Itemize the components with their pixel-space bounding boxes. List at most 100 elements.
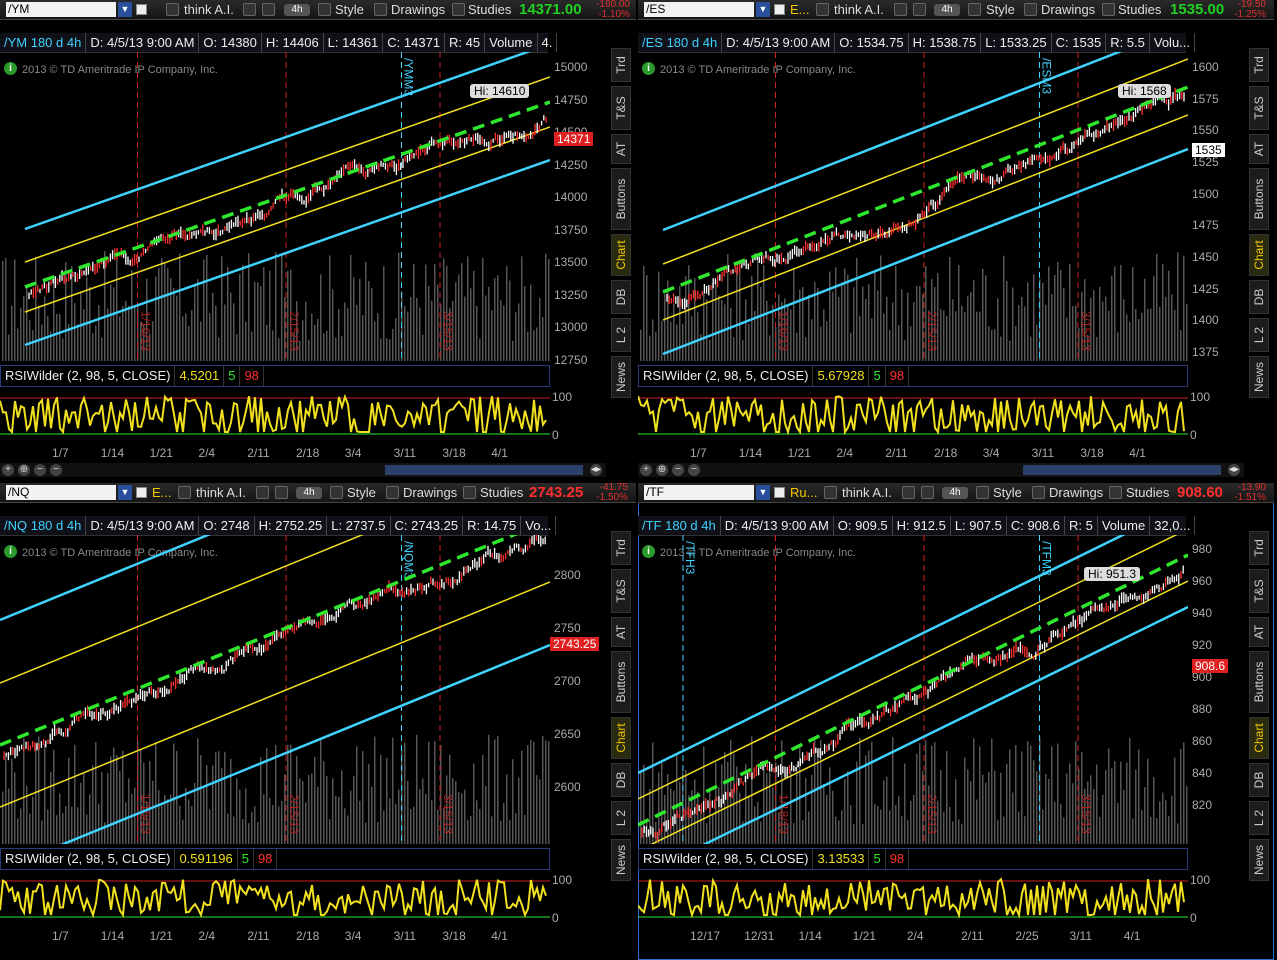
zoom-in-icon[interactable]: ⊕ [18, 464, 30, 476]
time-scrollbar[interactable] [1023, 465, 1221, 475]
side-tab-ts[interactable]: T&S [611, 86, 631, 130]
draw-icon[interactable] [902, 486, 915, 499]
rsi-study-header[interactable]: RSIWilder (2, 98, 5, CLOSE) 5.67928 5 98 [638, 365, 1188, 387]
side-tab-buttons[interactable]: Buttons [1249, 651, 1269, 713]
side-tab-db[interactable]: DB [1249, 280, 1269, 314]
zoom-plus-icon[interactable]: + [640, 464, 652, 476]
side-tab-buttons[interactable]: Buttons [1249, 168, 1269, 230]
side-tab-l2[interactable]: L 2 [611, 318, 631, 352]
symbol-input[interactable]: /YM [6, 2, 116, 17]
side-tab-chart[interactable]: Chart [611, 234, 631, 276]
style-button[interactable]: Style [347, 485, 376, 500]
style-button[interactable]: Style [335, 2, 364, 17]
side-tab-news[interactable]: News [1249, 839, 1269, 881]
side-tab-ts[interactable]: T&S [611, 569, 631, 613]
side-tab-at[interactable]: AT [611, 134, 631, 164]
wrench-icon[interactable] [275, 486, 288, 499]
zoom-out-icon[interactable]: − [34, 464, 46, 476]
think-ai-icon[interactable] [178, 486, 191, 499]
time-scrollbar[interactable] [385, 465, 583, 475]
volume-bar [718, 295, 720, 361]
drawings-button[interactable]: Drawings [391, 2, 445, 17]
side-tab-trd[interactable]: Trd [1249, 48, 1269, 82]
studies-button[interactable]: Studies [468, 2, 511, 17]
side-tab-trd[interactable]: Trd [611, 531, 631, 565]
draw-icon[interactable] [243, 3, 256, 16]
side-tab-news[interactable]: News [611, 839, 631, 881]
side-tab-buttons[interactable]: Buttons [611, 651, 631, 713]
side-tab-chart[interactable]: Chart [611, 717, 631, 759]
expiration-marker-label: 3/15/13 [441, 794, 455, 834]
rsi-study-header[interactable]: RSIWilder (2, 98, 5, CLOSE) 3.13533 5 98 [638, 848, 1188, 870]
link-color-icon[interactable] [136, 4, 147, 15]
think-ai-button[interactable]: think A.I. [184, 2, 234, 17]
think-ai-button[interactable]: think A.I. [834, 2, 884, 17]
zoom-minus-icon[interactable]: − [50, 464, 62, 476]
link-color-icon[interactable] [774, 4, 785, 15]
studies-button[interactable]: Studies [1118, 2, 1161, 17]
side-tab-chart[interactable]: Chart [1249, 234, 1269, 276]
drawings-button[interactable]: Drawings [1041, 2, 1095, 17]
style-button[interactable]: Style [993, 485, 1022, 500]
side-tab-l2[interactable]: L 2 [611, 801, 631, 835]
zoom-minus-icon[interactable]: − [688, 464, 700, 476]
side-tab-trd[interactable]: Trd [1249, 531, 1269, 565]
drawings-button[interactable]: Drawings [403, 485, 457, 500]
think-ai-icon[interactable] [816, 3, 829, 16]
symbol-input[interactable]: /NQ [6, 485, 116, 500]
draw-icon[interactable] [894, 3, 907, 16]
wrench-icon[interactable] [921, 486, 934, 499]
draw-icon[interactable] [256, 486, 269, 499]
side-tab-trd[interactable]: Trd [611, 48, 631, 82]
symbol-input[interactable]: /TF [644, 485, 754, 500]
price-chart[interactable]: 1/16/13 2/15/13 3/15/13/ESM3 [638, 52, 1188, 361]
studies-button[interactable]: Studies [1126, 485, 1169, 500]
think-ai-icon[interactable] [166, 3, 179, 16]
aggregation-selector[interactable]: 4h [934, 4, 960, 16]
rsi-study-header[interactable]: RSIWilder (2, 98, 5, CLOSE) 0.591196 5 98 [0, 848, 550, 870]
scroll-arrows-icon[interactable]: ◂▸ [590, 464, 602, 476]
symbol-dropdown-button[interactable]: ▼ [118, 485, 132, 500]
side-tab-ts[interactable]: T&S [1249, 569, 1269, 613]
side-tab-db[interactable]: DB [1249, 763, 1269, 797]
side-tab-chart[interactable]: Chart [1249, 717, 1269, 759]
symbol-dropdown-button[interactable]: ▼ [756, 485, 770, 500]
symbol-input[interactable]: /ES [644, 2, 754, 17]
drawings-button[interactable]: Drawings [1049, 485, 1103, 500]
side-tab-at[interactable]: AT [611, 617, 631, 647]
volume-bar [59, 793, 61, 844]
price-chart[interactable]: 1/16/13 2/15/13 3/15/13/NQM3 [0, 535, 550, 844]
symbol-dropdown-button[interactable]: ▼ [756, 2, 770, 17]
side-tab-at[interactable]: AT [1249, 617, 1269, 647]
symbol-dropdown-button[interactable]: ▼ [118, 2, 132, 17]
side-tab-l2[interactable]: L 2 [1249, 801, 1269, 835]
side-tab-at[interactable]: AT [1249, 134, 1269, 164]
aggregation-selector[interactable]: 4h [296, 487, 322, 499]
scroll-arrows-icon[interactable]: ◂▸ [1228, 464, 1240, 476]
side-tab-db[interactable]: DB [611, 280, 631, 314]
side-tab-db[interactable]: DB [611, 763, 631, 797]
wrench-icon[interactable] [262, 3, 275, 16]
studies-button[interactable]: Studies [480, 485, 523, 500]
side-tab-news[interactable]: News [611, 356, 631, 398]
rsi-study-header[interactable]: RSIWilder (2, 98, 5, CLOSE) 4.5201 5 98 [0, 365, 550, 387]
side-tab-buttons[interactable]: Buttons [611, 168, 631, 230]
wrench-icon[interactable] [913, 3, 926, 16]
volume-bar [1045, 304, 1047, 361]
link-color-icon[interactable] [136, 487, 147, 498]
aggregation-selector[interactable]: 4h [942, 487, 968, 499]
think-ai-icon[interactable] [824, 486, 837, 499]
side-tab-news[interactable]: News [1249, 356, 1269, 398]
side-tab-ts[interactable]: T&S [1249, 86, 1269, 130]
zoom-plus-icon[interactable]: + [2, 464, 14, 476]
price-chart[interactable]: 1/16/13 2/15/13 3/15/13/YMM3 [0, 52, 550, 361]
side-tab-l2[interactable]: L 2 [1249, 318, 1269, 352]
link-color-icon[interactable] [774, 487, 785, 498]
price-chart[interactable]: 1/18/13 2/15/13 3/15/13/TFM3/TFH3 [638, 535, 1188, 844]
zoom-out-icon[interactable]: − [672, 464, 684, 476]
aggregation-selector[interactable]: 4h [284, 4, 310, 16]
style-button[interactable]: Style [986, 2, 1015, 17]
zoom-in-icon[interactable]: ⊕ [656, 464, 668, 476]
think-ai-button[interactable]: think A.I. [842, 485, 892, 500]
think-ai-button[interactable]: think A.I. [196, 485, 246, 500]
